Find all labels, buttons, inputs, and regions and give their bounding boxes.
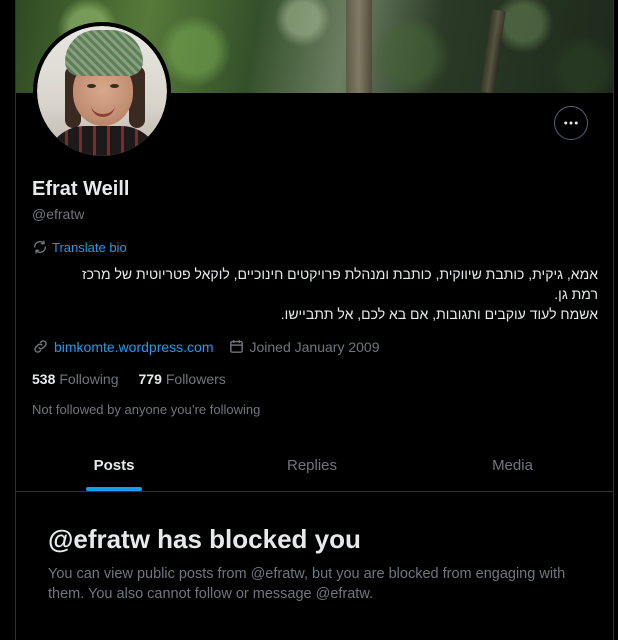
more-options-button[interactable] (554, 106, 588, 140)
joined-date: Joined January 2009 (228, 338, 380, 355)
avatar-hat (65, 30, 143, 76)
website-url[interactable]: bimkomte.wordpress.com (54, 339, 214, 355)
blocked-title: @efratw has blocked you (48, 524, 361, 554)
profile-handle: @efratw (32, 206, 85, 222)
column-border-left (15, 0, 16, 640)
more-horizontal-icon (564, 121, 578, 125)
avatar-shirt (45, 126, 161, 156)
tab-media[interactable]: Media (412, 440, 613, 491)
column-border-right (613, 0, 614, 640)
bio-line-1: אמא, גיקית, כותבת שיווקית, כותבת ומנהלת … (82, 266, 598, 282)
translate-icon (34, 240, 46, 254)
banner-tree-trunk (346, 0, 372, 93)
tab-media-label: Media (492, 457, 533, 474)
active-tab-indicator (86, 487, 142, 491)
following-label: Following (59, 371, 119, 387)
link-icon (34, 340, 47, 353)
translate-bio-button[interactable]: Translate bio (32, 239, 127, 255)
joined-date-text: Joined January 2009 (249, 338, 380, 355)
followers-link[interactable]: 779 Followers (139, 371, 226, 387)
website-link[interactable]: bimkomte.wordpress.com (32, 338, 214, 355)
avatar-eye-left (87, 84, 96, 88)
following-link[interactable]: 538 Following (32, 371, 119, 387)
followers-label: Followers (165, 371, 226, 387)
profile-tabs: Posts Replies Media (16, 440, 613, 492)
bio-line-2: רמת גן. (554, 286, 598, 302)
follow-counts: 538 Following 779 Followers (32, 371, 226, 387)
calendar-icon (229, 340, 243, 353)
following-count: 538 (32, 371, 56, 387)
blocked-message: You can view public posts from @efratw, … (48, 566, 566, 602)
translate-bio-label: Translate bio (52, 239, 127, 255)
avatar-eye-right (110, 84, 119, 88)
followers-count: 779 (138, 371, 162, 387)
not-followed-notice: Not followed by anyone you’re following (32, 402, 261, 417)
avatar[interactable] (33, 22, 171, 160)
tab-replies-label: Replies (286, 457, 338, 474)
profile-page: Efrat Weill @efratw Translate bio אמא, ג… (0, 0, 618, 640)
tab-posts-label: Posts (93, 457, 135, 474)
avatar-photo (37, 26, 167, 156)
tab-posts[interactable]: Posts (16, 440, 212, 491)
tab-replies[interactable]: Replies (212, 440, 412, 491)
bio-line-3: אשמח לעוד עוקבים ותגובות, אם בא לכם, אל … (280, 306, 598, 322)
profile-meta: bimkomte.wordpress.com Joined January 20… (32, 338, 394, 355)
profile-name: Efrat Weill (32, 178, 130, 200)
profile-bio: אמא, גיקית, כותבת שיווקית, כותבת ומנהלת … (32, 264, 598, 324)
